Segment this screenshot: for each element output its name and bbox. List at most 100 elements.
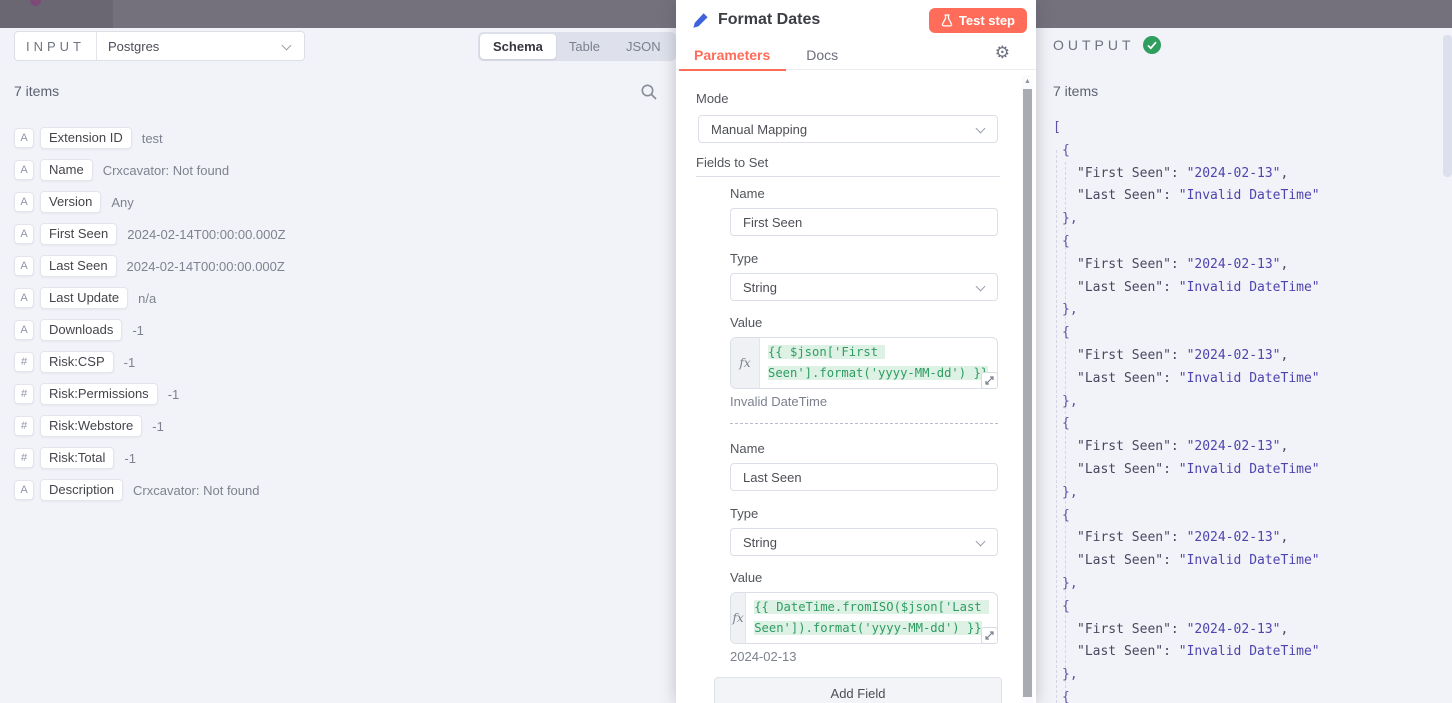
json-punctuation: },: [1062, 667, 1078, 683]
mode-select[interactable]: Manual Mapping: [698, 115, 998, 143]
chevron-down-icon: [975, 281, 986, 292]
schema-field-row[interactable]: A Name Crxcavator: Not found: [14, 159, 286, 181]
input-source-select[interactable]: INPUT Postgres: [14, 31, 305, 61]
json-line: [: [1053, 117, 1320, 140]
json-string: "Invalid DateTime": [1178, 279, 1320, 295]
json-punctuation: },: [1062, 484, 1078, 500]
schema-field-row[interactable]: A Downloads -1: [14, 319, 286, 341]
json-string: "2024-02-13": [1186, 165, 1281, 181]
expand-expression-icon[interactable]: [981, 372, 998, 389]
field-value: -1: [152, 418, 164, 434]
json-line: },: [1053, 573, 1320, 596]
number-type-icon: #: [14, 448, 34, 468]
field-name-input[interactable]: First Seen: [730, 208, 998, 236]
schema-field-row[interactable]: # Risk:Webstore -1: [14, 415, 286, 437]
field-name-pill[interactable]: Name: [40, 159, 93, 181]
json-punctuation: ,: [1280, 439, 1289, 455]
string-type-icon: A: [14, 224, 34, 244]
field-type-select[interactable]: String: [730, 528, 998, 556]
field-name-pill[interactable]: Description: [40, 479, 124, 501]
json-line: },: [1053, 664, 1320, 687]
schema-field-row[interactable]: A Version Any: [14, 191, 286, 213]
string-type-icon: A: [14, 256, 34, 276]
expression-editor[interactable]: fx{{ DateTime.fromISO($json['Last Seen']…: [730, 592, 998, 644]
expression-code: {{ $json['First: [768, 345, 886, 359]
field-name-pill[interactable]: Risk:Permissions: [40, 383, 158, 405]
top-bar-left-segment: [0, 0, 113, 28]
edit-pencil-icon[interactable]: [692, 12, 709, 29]
tab-docs[interactable]: Docs: [806, 47, 838, 63]
string-type-icon: A: [14, 128, 34, 148]
json-punctuation: {: [1062, 233, 1070, 249]
add-field-button[interactable]: Add Field: [714, 677, 1002, 703]
tab-parameters[interactable]: Parameters: [678, 47, 787, 71]
input-panel: INPUT Postgres Schema Table JSON 7 items A…: [0, 28, 676, 703]
schema-field-row[interactable]: # Risk:CSP -1: [14, 351, 286, 373]
json-line: {: [1053, 505, 1320, 528]
field-group: Name Last Seen Type String Value fx{{ DateTim…: [730, 441, 998, 664]
expression-result: Invalid DateTime: [730, 394, 828, 409]
input-source-value: Postgres: [108, 38, 160, 54]
schema-field-row[interactable]: A First Seen 2024-02-14T00:00:00.000Z: [14, 223, 286, 245]
tab-json[interactable]: JSON: [613, 34, 674, 59]
field-name-pill[interactable]: Extension ID: [40, 127, 132, 149]
json-punctuation: ,: [1280, 530, 1289, 546]
json-punctuation: :: [1163, 370, 1179, 386]
field-name-pill[interactable]: Last Seen: [40, 255, 117, 277]
tab-schema[interactable]: Schema: [480, 34, 556, 59]
string-type-icon: A: [14, 320, 34, 340]
expression-code: Seen']).format('yyyy-MM-dd') }}: [754, 621, 982, 635]
field-name-pill[interactable]: Risk:CSP: [40, 351, 114, 373]
search-icon[interactable]: [640, 83, 658, 101]
field-name-pill[interactable]: Risk:Webstore: [40, 415, 143, 437]
expression-result: 2024-02-13: [730, 649, 797, 664]
scrollbar-thumb[interactable]: [1023, 89, 1032, 697]
gear-icon[interactable]: ⚙: [995, 44, 1010, 61]
json-line: },: [1053, 482, 1320, 505]
expression-text: {{ DateTime.fromISO($json['Last Seen']).…: [746, 593, 997, 643]
json-punctuation: :: [1170, 530, 1187, 546]
json-line: "Last Seen": "Invalid DateTime": [1053, 277, 1320, 300]
schema-field-row[interactable]: # Risk:Permissions -1: [14, 383, 286, 405]
fx-icon: fx: [731, 338, 760, 388]
schema-field-row[interactable]: A Extension ID test: [14, 127, 286, 149]
field-type-select[interactable]: String: [730, 273, 998, 301]
schema-field-row[interactable]: A Description Crxcavator: Not found: [14, 479, 286, 501]
json-key: "Last Seen": [1077, 644, 1164, 660]
json-punctuation: [: [1053, 120, 1061, 135]
json-key: "Last Seen": [1077, 188, 1164, 204]
mode-label: Mode: [696, 91, 729, 106]
field-name-pill[interactable]: Version: [40, 191, 102, 213]
json-key: "Last Seen": [1077, 370, 1164, 386]
output-scrollbar-thumb[interactable]: [1443, 35, 1452, 177]
json-key: "First Seen": [1077, 621, 1171, 637]
schema-field-row[interactable]: # Risk:Total -1: [14, 447, 286, 469]
expression-line: Seen'].format('yyyy-MM-dd') }}: [768, 363, 989, 384]
name-label: Name: [730, 441, 765, 456]
field-name-pill[interactable]: Last Update: [40, 287, 129, 309]
expand-expression-icon[interactable]: [981, 627, 998, 644]
field-value: -1: [167, 386, 180, 402]
field-name-pill[interactable]: Risk:Total: [40, 447, 115, 469]
number-type-icon: #: [14, 352, 34, 372]
parameters-scrollbar[interactable]: ▲: [1022, 75, 1033, 703]
json-line: "First Seen": "2024-02-13",: [1053, 254, 1320, 277]
field-name-input[interactable]: Last Seen: [730, 463, 998, 491]
field-value: n/a: [138, 290, 157, 306]
test-step-button[interactable]: Test step: [928, 8, 1027, 33]
json-line: {: [1053, 596, 1320, 619]
field-name-pill[interactable]: Downloads: [40, 319, 123, 341]
schema-field-row[interactable]: A Last Update n/a: [14, 287, 286, 309]
json-line: {: [1053, 231, 1320, 254]
tab-table[interactable]: Table: [556, 34, 613, 59]
json-string: "Invalid DateTime": [1178, 461, 1320, 477]
fields-to-set-list: Name First Seen Type String Value fx{{ $json[…: [730, 186, 998, 664]
json-string: "Invalid DateTime": [1178, 188, 1320, 204]
scroll-up-arrow-icon[interactable]: ▲: [1022, 78, 1033, 85]
json-string: "2024-02-13": [1186, 256, 1281, 272]
number-type-icon: #: [14, 416, 34, 436]
schema-field-row[interactable]: A Last Seen 2024-02-14T00:00:00.000Z: [14, 255, 286, 277]
field-name-pill[interactable]: First Seen: [40, 223, 118, 245]
json-punctuation: },: [1062, 393, 1078, 409]
expression-editor[interactable]: fx {{ $json['First Seen'].format('yyyy-MM…: [730, 337, 998, 389]
